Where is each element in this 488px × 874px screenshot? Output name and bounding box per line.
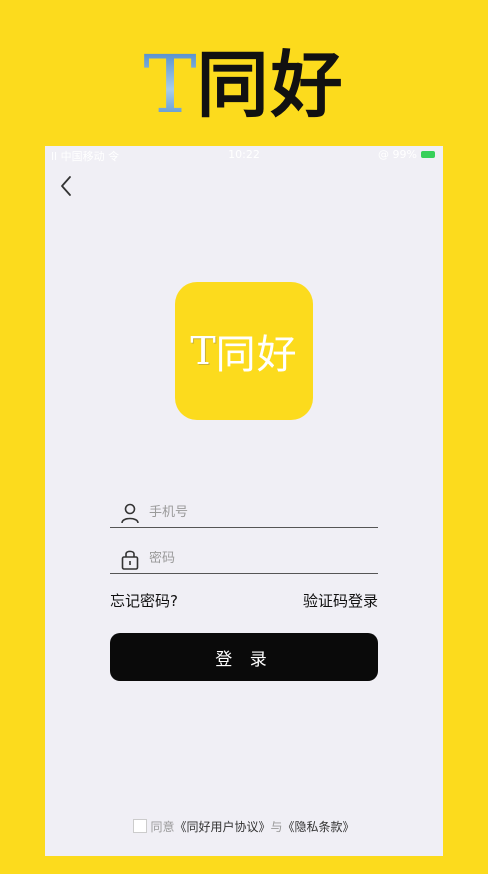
password-input[interactable] xyxy=(149,551,349,566)
battery-percent: @ 99% xyxy=(378,148,417,161)
code-login-link[interactable]: 验证码登录 xyxy=(303,590,378,611)
agreement-conjunction: 与 xyxy=(270,820,283,834)
promo-title: T同好 xyxy=(0,40,488,130)
privacy-link[interactable]: 《隐私条款》 xyxy=(283,820,355,834)
status-bar: ll 中国移动 令 10:22 @ 99% xyxy=(45,146,443,164)
promo-title-letter: T xyxy=(143,38,197,131)
back-chevron-icon[interactable] xyxy=(55,174,79,198)
app-logo: T 同好 xyxy=(175,282,313,420)
lock-icon xyxy=(119,548,141,570)
phone-screen: ll 中国移动 令 10:22 @ 99% T同好 忘记密码? 验证码登录 登 … xyxy=(45,146,443,856)
logo-text: 同好 xyxy=(215,332,298,378)
agreement-checkbox[interactable] xyxy=(133,819,148,833)
battery-icon xyxy=(421,151,435,158)
phone-input[interactable] xyxy=(149,505,349,520)
logo-letter: T xyxy=(190,329,216,373)
agreement-row: 同意《同好用户协议》与《隐私条款》 xyxy=(45,818,443,835)
password-field xyxy=(110,544,378,574)
user-agreement-link[interactable]: 《同好用户协议》 xyxy=(174,820,270,834)
login-button[interactable]: 登 录 xyxy=(110,633,378,681)
forgot-password-link[interactable]: 忘记密码? xyxy=(110,590,178,611)
agreement-prefix: 同意 xyxy=(150,820,175,834)
phone-field xyxy=(110,498,378,528)
status-right: @ 99% xyxy=(378,148,435,161)
user-icon xyxy=(119,502,141,524)
promo-title-text: 同好 xyxy=(196,43,345,127)
